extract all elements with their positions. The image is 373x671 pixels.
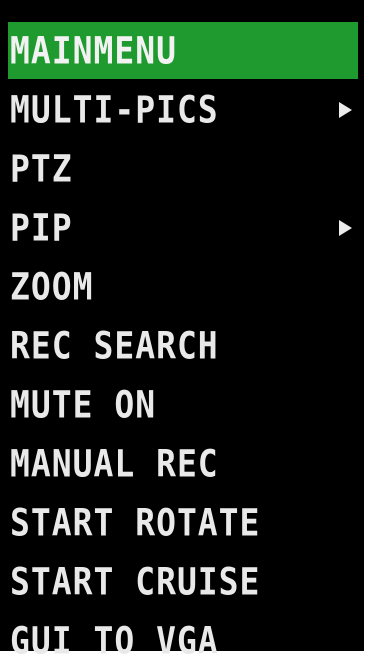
menu-item-mute-on[interactable]: MUTE ON (8, 376, 358, 433)
menu-item-label: MUTE ON (10, 382, 157, 427)
menu-item-rec-search[interactable]: REC SEARCH (8, 317, 358, 374)
menu-item-start-cruise[interactable]: START CRUISE (8, 553, 358, 610)
menu-item-label: START ROTATE (10, 500, 261, 545)
menu-item-label: START CRUISE (10, 559, 261, 604)
menu-item-zoom[interactable]: ZOOM (8, 258, 358, 315)
menu-item-label: PTZ (10, 146, 73, 191)
submenu-arrow-icon (339, 219, 352, 236)
menu-item-label: MULTI-PICS (10, 87, 219, 132)
menu-item-mainmenu[interactable]: MAINMENU (8, 22, 358, 79)
menu-item-ptz[interactable]: PTZ (8, 140, 358, 197)
menu-item-start-rotate[interactable]: START ROTATE (8, 494, 358, 551)
menu-item-label: ZOOM (10, 264, 94, 309)
menu-item-label: PIP (10, 205, 73, 250)
menu-item-label: MAINMENU (10, 28, 177, 73)
menu-item-label: MANUAL REC (10, 441, 219, 486)
menu-item-pip[interactable]: PIP (8, 199, 358, 256)
menu-item-label: REC SEARCH (10, 323, 219, 368)
context-menu: MAINMENU MULTI-PICS PTZ PIP ZOOM REC SEA… (0, 0, 364, 662)
menu-item-multi-pics[interactable]: MULTI-PICS (8, 81, 358, 138)
menu-item-label: GUI TO VGA (10, 618, 219, 663)
menu-item-manual-rec[interactable]: MANUAL REC (8, 435, 358, 492)
menu-item-gui-to-vga[interactable]: GUI TO VGA (8, 612, 358, 669)
submenu-arrow-icon (339, 101, 352, 118)
menu-list: MAINMENU MULTI-PICS PTZ PIP ZOOM REC SEA… (8, 22, 358, 671)
